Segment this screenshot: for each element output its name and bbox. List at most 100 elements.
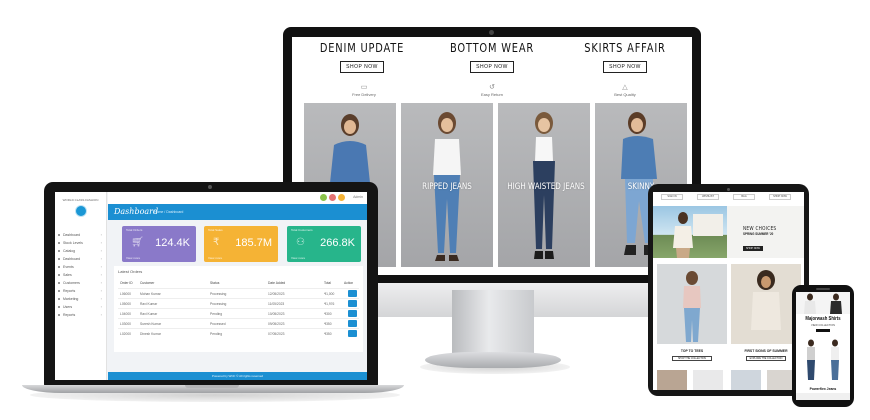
hero-model bbox=[673, 212, 723, 258]
mail-icon[interactable] bbox=[338, 194, 345, 201]
thumbnail[interactable] bbox=[657, 370, 687, 390]
customers-icon: ⚇ bbox=[296, 237, 305, 248]
stat-label: Total Sales bbox=[208, 228, 223, 232]
avatar[interactable] bbox=[74, 205, 87, 217]
thumbnail[interactable] bbox=[731, 370, 761, 390]
panel-title: Latest Orders bbox=[118, 269, 143, 274]
view-order-button[interactable] bbox=[348, 290, 357, 297]
product-tile[interactable]: RIPPED JEANS bbox=[401, 103, 493, 267]
column-header: Customer bbox=[140, 281, 155, 285]
promo-title: DENIM UPDATE bbox=[319, 41, 405, 55]
wishlist-link[interactable]: WISHLIST bbox=[697, 194, 719, 200]
column-header: Status bbox=[210, 281, 220, 285]
latest-orders-panel: Latest Orders Order ID Customer Status D… bbox=[114, 266, 363, 352]
phone: Majorwash Shirts VIEW COLLECTION Powerfl… bbox=[792, 285, 854, 407]
sidebar-item-stock-levels[interactable]: Stock Levels bbox=[55, 239, 106, 247]
sidebar-item-marketing[interactable]: Marketing bbox=[55, 295, 106, 303]
view-more-link[interactable]: View more bbox=[208, 256, 222, 260]
feature-easy-return: ↺ Easy Return bbox=[462, 83, 522, 97]
sidebar-item-reports[interactable]: Reports bbox=[55, 287, 106, 295]
tablet-card-1[interactable] bbox=[657, 264, 727, 344]
bag-link[interactable]: BAG bbox=[733, 194, 755, 200]
sidebar-item-dashboard[interactable]: Dashboard bbox=[55, 231, 106, 239]
status: Processed bbox=[210, 322, 226, 326]
laptop-notch bbox=[185, 385, 239, 388]
user-menu[interactable]: Admin bbox=[353, 195, 363, 199]
product-tile[interactable]: HIGH WAISTED JEANS bbox=[498, 103, 590, 267]
hero-shop-button[interactable]: SHOP NOW bbox=[743, 246, 763, 251]
monitor-stand bbox=[452, 290, 534, 354]
thumbnail[interactable] bbox=[693, 370, 723, 390]
status: Pending bbox=[210, 332, 223, 336]
stat-label: Total Customers bbox=[291, 228, 313, 232]
column-header: Action bbox=[344, 281, 354, 285]
tablet-nav: SIGN IN WISHLIST BAG SHOP NOW bbox=[653, 194, 804, 202]
view-order-button[interactable] bbox=[348, 310, 357, 317]
order-id: L04000 bbox=[120, 312, 132, 316]
view-more-link[interactable]: View more bbox=[126, 256, 140, 260]
brand-name: WORLD CLASS FASHION bbox=[62, 198, 99, 202]
promo-skirts-affair: SKIRTS AFFAIR SHOP NOW bbox=[560, 41, 690, 73]
phone-shop-button[interactable] bbox=[816, 329, 830, 332]
view-more-link[interactable]: View more bbox=[291, 256, 305, 260]
tablet-card-2[interactable] bbox=[731, 264, 801, 344]
feature-label: Free Delivery bbox=[352, 92, 376, 97]
order-id: L03000 bbox=[120, 322, 132, 326]
sidebar-item-customers[interactable]: Customers bbox=[55, 279, 106, 287]
feature-label: Easy Return bbox=[480, 92, 503, 97]
truck-icon: ▭ bbox=[360, 84, 368, 91]
alert-icon[interactable] bbox=[329, 194, 336, 201]
order-id: L06000 bbox=[120, 292, 132, 296]
breadcrumb[interactable]: Home / Dashboard bbox=[154, 210, 183, 214]
laptop: WORLD CLASS FASHION Dashboard Stock Leve… bbox=[44, 182, 378, 386]
customer: Ravi Kumar bbox=[140, 312, 158, 316]
total: ₹350 bbox=[324, 322, 332, 326]
card-label: FIRST SIGNS OF SUMMER bbox=[744, 348, 788, 353]
shop-now-button[interactable]: SHOP NOW bbox=[340, 61, 384, 73]
sign-in-link[interactable]: SIGN IN bbox=[661, 194, 683, 200]
return-icon: ↺ bbox=[489, 84, 495, 91]
sidebar-item-catalog[interactable]: Catalog bbox=[55, 247, 106, 255]
customer: Ravi Kumar bbox=[140, 302, 158, 306]
card-button[interactable]: EXPLORE THE COLLECTION bbox=[746, 356, 786, 361]
phone-model-image bbox=[807, 339, 839, 380]
stat-card-sales[interactable]: Total Sales ₹ 185.7M View more bbox=[204, 226, 278, 262]
sidebar-item-sales[interactable]: Sales bbox=[55, 271, 106, 279]
column-header: Total bbox=[324, 281, 331, 285]
view-order-button[interactable] bbox=[348, 330, 357, 337]
orders-table: Order ID Customer Status Date Added Tota… bbox=[118, 278, 359, 338]
shop-now-link[interactable]: SHOP NOW bbox=[769, 194, 791, 200]
date: 12/05/2023 bbox=[268, 292, 285, 296]
table-row: L06000 Mohan Kumar Processing 12/05/2023… bbox=[118, 288, 359, 298]
shop-now-button[interactable]: SHOP NOW bbox=[603, 61, 647, 73]
shop-now-button[interactable]: SHOP NOW bbox=[470, 61, 514, 73]
monitor-camera bbox=[489, 30, 494, 35]
sidebar-item-users[interactable]: Users bbox=[55, 303, 106, 311]
date: 07/05/2023 bbox=[268, 332, 285, 336]
tablet-hero: NEW CHOICES SPRING SUMMER '20 SHOP NOW bbox=[653, 206, 804, 258]
topbar: Admin bbox=[108, 192, 367, 204]
dashboard-main: Admin Dashboard Home / Dashboard Total O… bbox=[108, 192, 367, 380]
sidebar-item-reports-2[interactable]: Reports bbox=[55, 311, 106, 319]
stat-card-orders[interactable]: Total Orders 🛒︎ 124.4K View more bbox=[122, 226, 196, 262]
card-model bbox=[751, 270, 781, 330]
tile-label: RIPPED JEANS bbox=[422, 182, 472, 192]
sidebar-item-dashboard-2[interactable]: Dashboard bbox=[55, 255, 106, 263]
notification-icon[interactable] bbox=[320, 194, 327, 201]
phone-bottom-strip bbox=[796, 393, 850, 400]
stat-label: Total Orders bbox=[126, 228, 143, 232]
total: ₹350 bbox=[324, 332, 332, 336]
date: 10/05/2023 bbox=[268, 312, 285, 316]
laptop-camera bbox=[208, 185, 212, 189]
stat-card-customers[interactable]: Total Customers ⚇ 266.8K View more bbox=[287, 226, 361, 262]
status: Pending bbox=[210, 312, 223, 316]
feature-best-quality: △ Best Quality bbox=[595, 83, 655, 97]
view-order-button[interactable] bbox=[348, 320, 357, 327]
card-label: TOP TO TEES bbox=[680, 348, 704, 353]
cart-icon: 🛒︎ bbox=[131, 237, 144, 248]
sidebar-item-events[interactable]: Events bbox=[55, 263, 106, 271]
feature-row: ▭ Free Delivery ↺ Easy Return △ Best Qualit… bbox=[292, 83, 692, 105]
card-button[interactable]: SHOP THE COLLECTION bbox=[672, 356, 712, 361]
card-model bbox=[683, 271, 701, 342]
view-order-button[interactable] bbox=[348, 300, 357, 307]
